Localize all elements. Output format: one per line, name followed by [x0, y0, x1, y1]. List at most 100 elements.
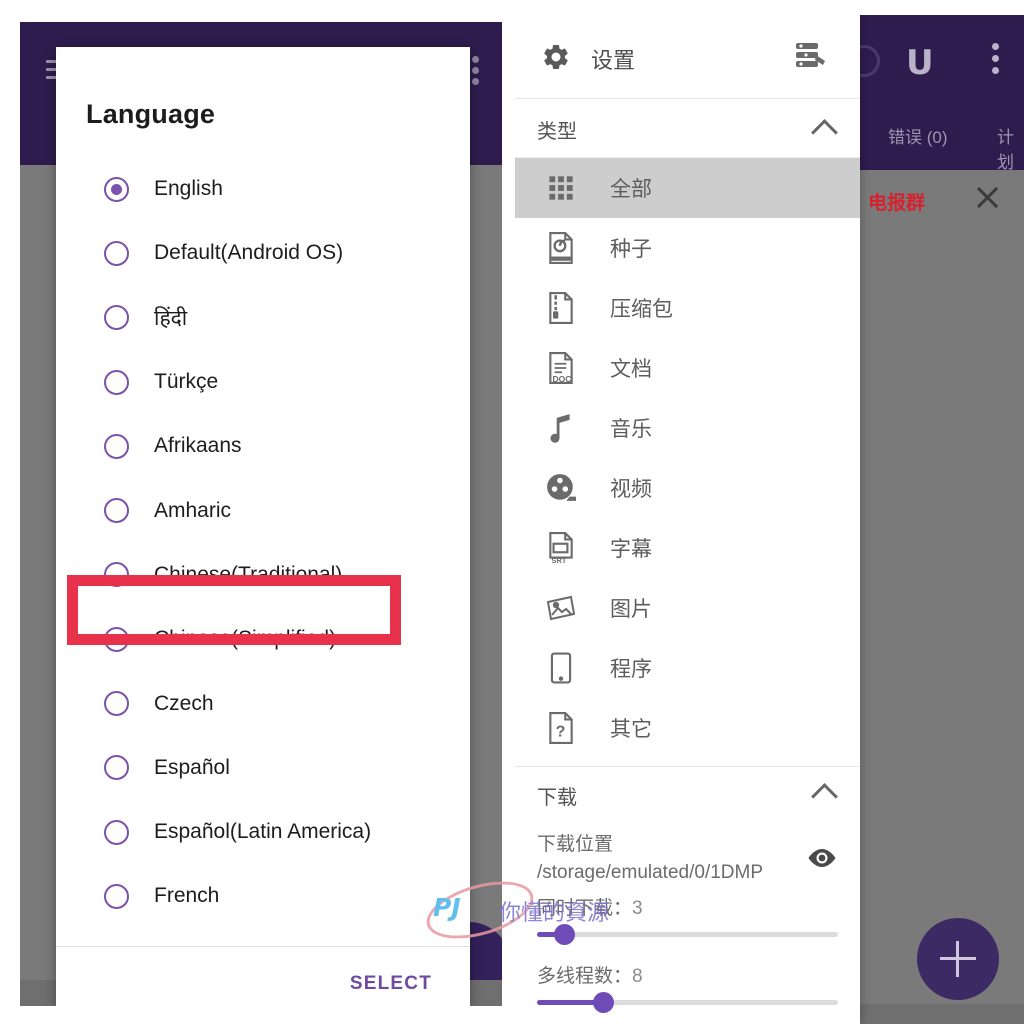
close-icon[interactable] [972, 182, 1002, 212]
radio-button-icon[interactable] [104, 691, 129, 717]
magnet-icon[interactable]: U [906, 43, 934, 83]
radio-button-icon[interactable] [104, 176, 129, 202]
category-label: 全部 [610, 178, 652, 201]
type-section-label: 类型 [537, 121, 577, 143]
language-option-row[interactable]: Default(Android OS) [56, 221, 470, 285]
slider-block-1[interactable]: 多线程数：8 [515, 959, 860, 1013]
download-section-label: 下载 [537, 787, 577, 809]
category-label: 文档 [610, 358, 652, 381]
slider-block-0[interactable]: 同时下载：3 [515, 891, 860, 945]
film-reel-icon [544, 471, 578, 505]
language-option-label: Czech [154, 691, 214, 715]
language-option-label: Default(Android OS) [154, 241, 344, 265]
radio-button-icon[interactable] [104, 305, 129, 331]
phone-app-icon [544, 651, 578, 685]
language-option-row[interactable]: Chinese(Simplified) [56, 607, 470, 671]
doc-icon: DOC [544, 351, 578, 385]
kebab-menu-icon[interactable] [472, 56, 480, 88]
svg-text:DOC: DOC [552, 374, 571, 384]
svg-text:SRT: SRT [551, 556, 566, 564]
radio-button-icon[interactable] [104, 755, 129, 781]
slider-label-text: 同时下载： [537, 898, 633, 919]
language-option-label: Türkçe [154, 370, 219, 394]
language-option-label: Amharic [154, 498, 232, 522]
eye-icon[interactable] [806, 847, 838, 869]
select-button[interactable]: SELECT [340, 965, 442, 1003]
chevron-up-icon[interactable] [811, 119, 838, 146]
download-location-value: /storage/emulated/0/1DMP [537, 862, 764, 883]
banner-text[interactable]: 电报群 [868, 188, 925, 215]
add-icon-vertical [956, 941, 959, 977]
chevron-up-icon[interactable] [811, 783, 838, 810]
language-option-row[interactable]: Türkçe [56, 350, 470, 414]
radio-button-icon[interactable] [104, 626, 129, 652]
category-row-1[interactable]: 种子 [515, 218, 860, 278]
download-location-row[interactable]: 下载位置 /storage/emulated/0/1DMP [515, 823, 860, 891]
slider-track[interactable] [537, 992, 838, 1013]
category-row-7[interactable]: 图片 [515, 578, 860, 638]
language-option-label: French [154, 884, 220, 908]
drawer-header: 设置 [515, 15, 860, 99]
language-list[interactable]: English Default(Android OS) हिंदी Türkçe Afr… [56, 157, 470, 942]
download-section-header[interactable]: 下载 [515, 767, 860, 823]
language-dialog: Language English Default(Android OS) हिंदी… [56, 47, 470, 1006]
svg-text:?: ? [556, 724, 566, 741]
right-phone-screenshot: U 错误 (0) 计划 电报群 设置 类型 全部 种子 压缩包 DOC 文档 音… [515, 15, 1024, 1024]
category-row-5[interactable]: 视频 [515, 458, 860, 518]
music-note-icon [544, 411, 578, 445]
language-option-row[interactable]: Español(Latin America) [56, 800, 470, 864]
radio-button-icon[interactable] [104, 498, 129, 524]
language-option-row[interactable]: Chinese(Traditional) [56, 543, 470, 607]
kebab-menu-icon[interactable] [992, 43, 1000, 75]
category-row-9[interactable]: ? 其它 [515, 698, 860, 758]
category-row-0[interactable]: 全部 [515, 158, 860, 218]
type-section-header[interactable]: 类型 [515, 99, 860, 158]
type-category-list[interactable]: 全部种子 压缩包 DOC 文档音乐视频 SRT 字幕图片程序 ? 其它 [515, 158, 860, 758]
radio-button-icon[interactable] [104, 883, 129, 909]
radio-button-icon[interactable] [104, 369, 129, 395]
right-fab-add-button[interactable] [917, 918, 999, 1000]
category-row-8[interactable]: 程序 [515, 638, 860, 698]
language-option-row[interactable]: Czech [56, 671, 470, 735]
radio-button-icon[interactable] [104, 433, 129, 459]
slider-knob[interactable] [554, 924, 576, 945]
language-option-row[interactable]: French [56, 864, 470, 928]
category-row-2[interactable]: 压缩包 [515, 278, 860, 338]
radio-button-icon[interactable] [104, 240, 129, 266]
category-row-6[interactable]: SRT 字幕 [515, 518, 860, 578]
slider-value: 3 [632, 898, 643, 919]
language-option-row[interactable]: Español [56, 736, 470, 800]
filter-list-icon[interactable] [794, 41, 828, 71]
language-option-row[interactable]: हिंदी [56, 286, 470, 350]
slider-value: 8 [632, 966, 643, 987]
radio-button-icon[interactable] [104, 819, 129, 845]
slider-label-text: 多线程数： [537, 966, 633, 987]
gear-icon [541, 42, 571, 72]
category-label: 音乐 [610, 418, 652, 441]
settings-drawer: 设置 类型 全部 种子 压缩包 DOC 文档 音乐 视频 SRT 字幕 图片 程… [515, 15, 860, 1024]
tab-errors[interactable]: 错误 (0) [888, 123, 948, 148]
image-icon [544, 591, 578, 625]
category-label: 视频 [610, 478, 652, 501]
category-label: 图片 [610, 598, 652, 621]
question-file-icon: ? [544, 711, 578, 745]
right-appbar: U 错误 (0) 计划 [848, 15, 1024, 173]
subtitle-icon: SRT [544, 531, 578, 565]
language-option-label: Chinese(Traditional) [154, 562, 343, 586]
language-option-row[interactable]: Afrikaans [56, 414, 470, 478]
language-option-row[interactable]: Amharic [56, 478, 470, 542]
tab-scheduled[interactable]: 计划 [997, 123, 1024, 173]
category-label: 程序 [610, 658, 652, 681]
language-option-label: English [154, 177, 223, 201]
language-option-row[interactable]: English [56, 157, 470, 221]
screenshot-root: Language English Default(Android OS) हिंदी… [0, 0, 1024, 1024]
drawer-title: 设置 [591, 48, 636, 73]
category-row-3[interactable]: DOC 文档 [515, 338, 860, 398]
download-sliders[interactable]: 同时下载：3 多线程数：8 [515, 891, 860, 1013]
slider-knob[interactable] [593, 992, 615, 1013]
language-option-label: Chinese(Simplified) [154, 627, 337, 651]
category-row-4[interactable]: 音乐 [515, 398, 860, 458]
zip-icon [544, 291, 578, 325]
slider-track[interactable] [537, 924, 838, 945]
radio-button-icon[interactable] [104, 562, 129, 588]
